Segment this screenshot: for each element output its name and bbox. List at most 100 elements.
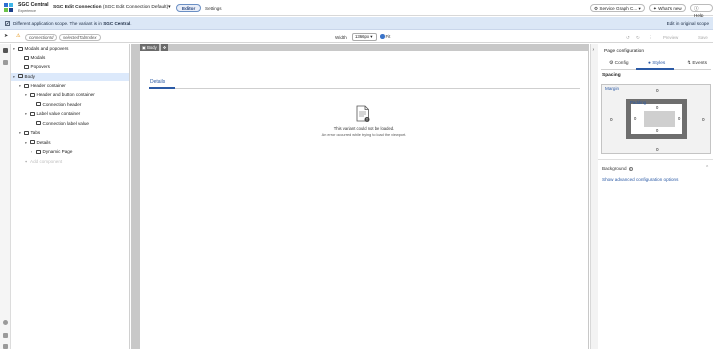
tree-item-label-value-container[interactable]: ▾ Label value container bbox=[25, 110, 80, 118]
tree-item-label: Modals bbox=[30, 55, 46, 60]
url-param-selected-tab-index[interactable]: selectedTabIndex bbox=[59, 33, 101, 41]
tab-styles[interactable]: ● Styles bbox=[648, 61, 665, 66]
margin-box: Margin 0 0 0 0 Padding 0 0 0 0 bbox=[601, 84, 711, 154]
tab-events[interactable]: ↯ Events bbox=[687, 61, 707, 66]
background-label: Background i bbox=[602, 166, 633, 171]
warning-icon: ⚠ bbox=[16, 33, 21, 39]
heading-icon bbox=[36, 102, 41, 106]
tree-item-header-button-container[interactable]: ▾ Header and button container bbox=[25, 91, 95, 99]
tree-item-connection-header[interactable]: Connection header bbox=[36, 101, 81, 109]
tab-styles-label: Styles bbox=[652, 61, 666, 66]
tree-item-label: Header and button container bbox=[36, 92, 95, 97]
width-select[interactable]: 1366px ▾ bbox=[352, 33, 377, 41]
chevron-down-icon: ▾ bbox=[168, 5, 171, 10]
viewport-page bbox=[140, 51, 588, 349]
fit-toggle[interactable]: Fit bbox=[380, 34, 390, 39]
preview-button[interactable]: Preview bbox=[663, 35, 678, 40]
margin-right-value[interactable]: 0 bbox=[702, 117, 705, 122]
tree-item-modals-popovers[interactable]: ▾ Modals and popovers bbox=[13, 45, 68, 53]
data-resources-icon[interactable] bbox=[3, 60, 8, 65]
config-panel-title: Page configuration bbox=[604, 49, 645, 54]
sgc-logo-icon bbox=[4, 3, 14, 13]
save-button[interactable]: Save bbox=[698, 35, 708, 40]
scope-message-text: Different application scope. The variant… bbox=[13, 21, 104, 26]
expand-icon[interactable]: ➤ bbox=[4, 33, 8, 39]
tabs-icon bbox=[24, 130, 29, 135]
undo-icon[interactable]: ↺ bbox=[626, 35, 630, 41]
whats-new-button[interactable]: ✦ What's new bbox=[649, 3, 686, 12]
scope-message-app: SGC Central bbox=[103, 21, 131, 26]
content-tree: ▾ Modals and popovers Modals Popovers ▾ Bo… bbox=[11, 44, 130, 349]
left-rail bbox=[0, 44, 11, 349]
scope-warning-icon bbox=[5, 20, 10, 26]
more-icon[interactable]: ⋮ bbox=[648, 35, 652, 41]
brand-title: SGC Central bbox=[18, 2, 49, 8]
padding-top-value[interactable]: 0 bbox=[656, 105, 658, 110]
tree-item-label: Tabs bbox=[30, 130, 41, 135]
page-title: SGC Edit Connection bbox=[53, 5, 102, 10]
margin-label: Margin bbox=[605, 86, 620, 91]
collapse-icon[interactable] bbox=[3, 344, 8, 349]
container-icon bbox=[30, 111, 35, 116]
padding-right-value[interactable]: 0 bbox=[678, 116, 680, 121]
padding-bottom-value[interactable]: 0 bbox=[656, 128, 658, 133]
info-icon[interactable]: i bbox=[628, 167, 633, 171]
page-title-selector[interactable]: SGC Edit Connection (SGC Edit Connection… bbox=[53, 5, 171, 10]
scope-selector[interactable]: ⚙ Service Graph C... ▾ bbox=[590, 3, 645, 12]
section-divider bbox=[598, 159, 713, 160]
spacing-heading: Spacing bbox=[602, 73, 621, 78]
tab-editor[interactable]: Editor bbox=[176, 3, 202, 12]
tree-item-header-container[interactable]: ▾ Header container bbox=[19, 82, 66, 90]
container-icon bbox=[30, 92, 35, 97]
tree-item-label: Dynamic Page bbox=[42, 149, 73, 154]
label-value-icon bbox=[36, 121, 41, 125]
scope-message-end: . bbox=[130, 21, 132, 26]
tree-item-label: Label value container bbox=[36, 111, 81, 116]
help-button[interactable]: ⓘ Help bbox=[690, 3, 713, 18]
sparkle-icon: ✦ bbox=[653, 5, 657, 11]
container-icon bbox=[24, 83, 29, 88]
chevron-up-icon[interactable]: ⌃ bbox=[705, 165, 709, 171]
modal-icon bbox=[24, 55, 29, 60]
toggle-dot-icon bbox=[380, 34, 385, 39]
history-icon[interactable] bbox=[3, 333, 8, 338]
edit-in-original-scope-link[interactable]: Edit in original scope bbox=[667, 21, 709, 26]
tab-config-label: Config bbox=[614, 61, 629, 66]
tree-item-tabs[interactable]: ▾ Tabs bbox=[19, 129, 40, 137]
width-label: Width bbox=[335, 34, 347, 40]
content-tree-icon[interactable] bbox=[3, 48, 8, 53]
add-component-button[interactable]: + Add component bbox=[25, 158, 62, 166]
margin-bottom-value[interactable]: 0 bbox=[656, 147, 659, 152]
padding-left-value[interactable]: 0 bbox=[634, 116, 636, 121]
chevron-right-icon: › bbox=[592, 47, 595, 53]
config-panel-toggle[interactable]: › bbox=[590, 44, 598, 349]
container-icon bbox=[18, 46, 23, 51]
tree-item-connection-label-value[interactable]: Connection label value bbox=[36, 120, 89, 128]
tree-item-details[interactable]: ▾ Details bbox=[25, 139, 51, 147]
error-title: This variant could not be loaded. bbox=[333, 126, 395, 131]
tree-item-label: Header container bbox=[30, 83, 66, 88]
tab-icon bbox=[30, 140, 35, 144]
margin-left-value[interactable]: 0 bbox=[610, 117, 613, 122]
settings-icon[interactable] bbox=[3, 320, 8, 325]
tree-item-modals[interactable]: Modals bbox=[24, 54, 45, 62]
padding-label: Padding bbox=[630, 100, 647, 105]
url-param-connection-id[interactable]: connectionId bbox=[25, 33, 58, 41]
drag-handle-icon[interactable]: ✥ bbox=[161, 44, 168, 51]
tab-settings[interactable]: Settings bbox=[199, 4, 228, 12]
tab-config[interactable]: ⚙ Config bbox=[609, 61, 629, 66]
tab-details[interactable]: Details bbox=[150, 79, 165, 85]
advanced-options-link[interactable]: Show advanced configuration options bbox=[602, 177, 678, 182]
redo-icon[interactable]: ↻ bbox=[636, 35, 640, 41]
margin-top-value[interactable]: 0 bbox=[656, 88, 659, 93]
body-selection-tag[interactable]: ▣ Body bbox=[140, 44, 159, 51]
variant-name: (SGC Edit Connection Default) bbox=[101, 5, 169, 10]
scope-selector-label: Service Graph C... ▾ bbox=[599, 5, 641, 11]
tree-item-body[interactable]: ▾ Body bbox=[11, 72, 129, 81]
active-tab-indicator bbox=[149, 87, 175, 89]
config-panel: Page configuration ⚙ Config ● Styles ↯ E… bbox=[598, 44, 713, 349]
tree-item-label: Details bbox=[36, 139, 51, 145]
tree-item-popovers[interactable]: Popovers bbox=[24, 63, 50, 71]
tree-item-dynamic-page[interactable]: › Dynamic Page bbox=[31, 148, 72, 156]
tab-events-label: Events bbox=[692, 61, 708, 66]
